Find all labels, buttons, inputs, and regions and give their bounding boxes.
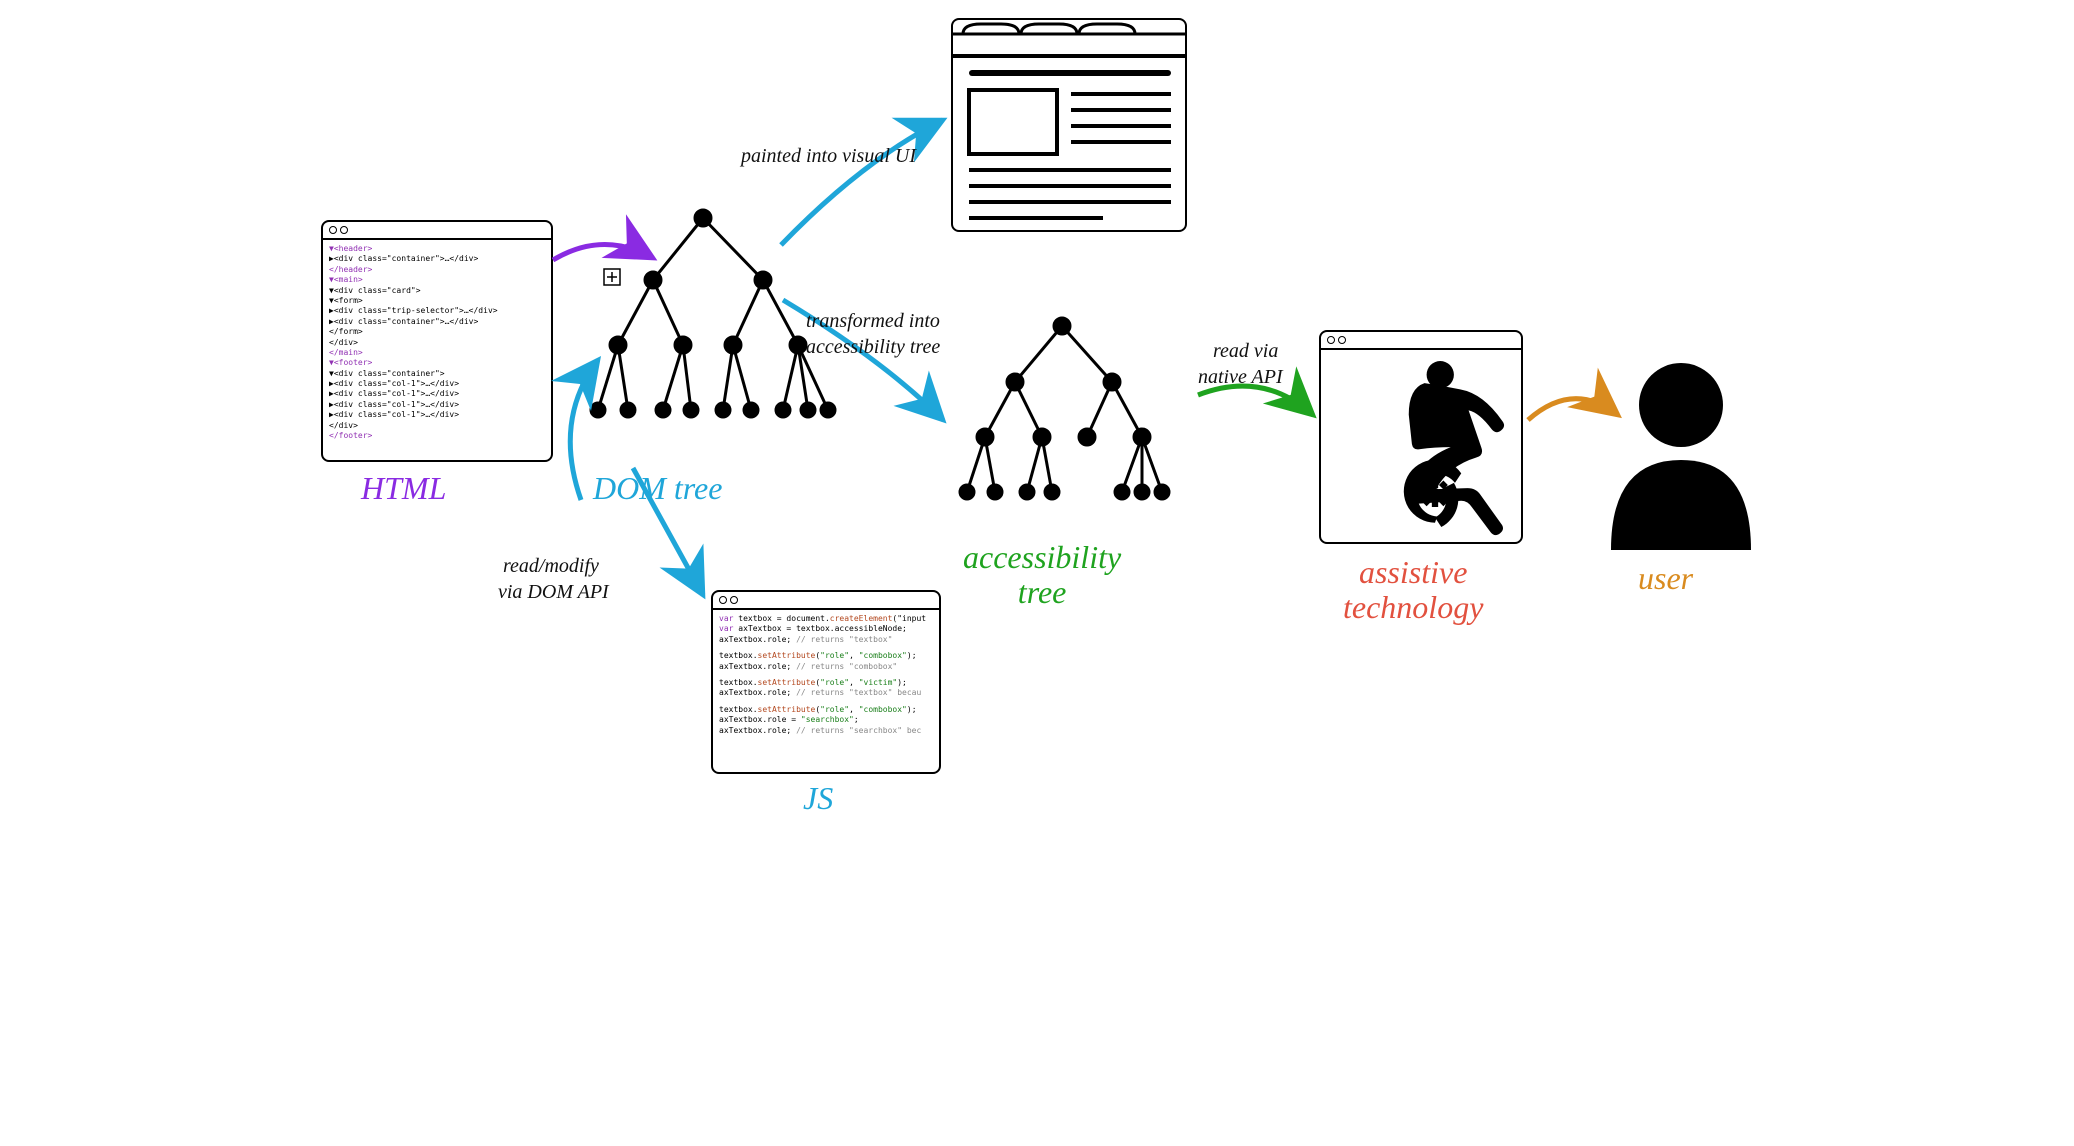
label-readvia-1: read via [1213, 340, 1278, 363]
label-painted: painted into visual UI [741, 145, 916, 168]
label-transformed-1: transformed into [806, 310, 940, 333]
arrow-html-to-dom [553, 244, 653, 260]
label-js: JS [803, 780, 833, 817]
diagram-canvas: ▼<header> ▶<div class="container">…</div… [303, 0, 1771, 811]
label-assistive-technology: assistive technology [1343, 555, 1483, 625]
arrow-dom-to-ui [781, 120, 943, 245]
arrow-at-to-user [1528, 399, 1618, 420]
label-transformed-2: accessibility tree [806, 336, 940, 359]
arrows-layer [303, 0, 1771, 811]
label-readmodify-1: read/modify [503, 555, 599, 578]
arrow-acc-to-at [1198, 386, 1313, 415]
label-user: user [1638, 560, 1693, 597]
label-accessibility-tree: accessibility tree [963, 540, 1121, 610]
label-readmodify-2: via DOM API [498, 581, 609, 604]
label-readvia-2: native API [1198, 366, 1283, 389]
label-html: HTML [361, 470, 446, 507]
label-dom-tree: DOM tree [593, 470, 722, 507]
